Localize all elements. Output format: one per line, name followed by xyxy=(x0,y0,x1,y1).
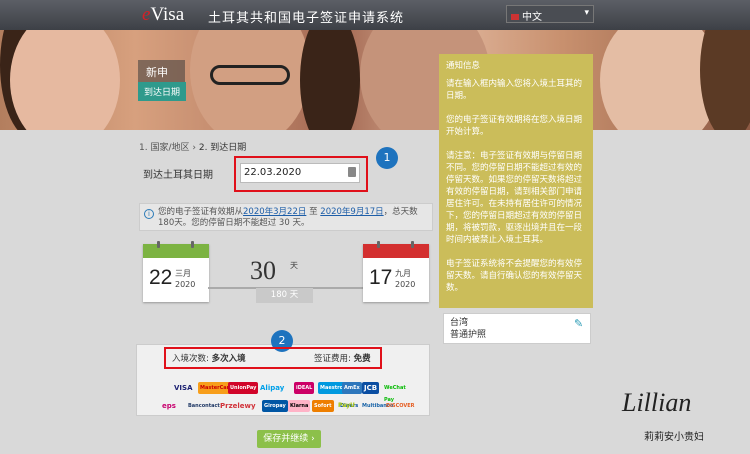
total-days-badge: 180 天 xyxy=(256,288,313,303)
info-icon: i xyxy=(144,209,154,219)
notice-paragraph: 电子签证系统将不会提醒您的有效停留天数。请自行确认您的有效停留天数。 xyxy=(446,259,583,293)
hero-banner: 新申请 到达日期 xyxy=(0,30,750,130)
evisa-logo[interactable]: eVisa xyxy=(142,4,184,26)
flag-icon xyxy=(511,14,519,20)
chevron-down-icon: ▾ xyxy=(584,8,589,18)
breadcrumb-step-arrival: 2. 到达日期 xyxy=(198,143,247,153)
discover-logo: DISCOVER xyxy=(386,403,415,409)
visa-logo: VISA xyxy=(174,384,193,392)
watermark-signature: Lillian xyxy=(622,388,692,417)
eps-logo: eps xyxy=(162,402,176,410)
entry-type: 入境次数: 多次入境 xyxy=(172,354,246,364)
watermark-subtitle: 莉莉安小贵妇 xyxy=(644,432,704,443)
start-date-calendar: 22 三月 2020 xyxy=(143,241,209,302)
chevron-right-icon: › xyxy=(311,434,315,444)
sofort-logo: Sofort xyxy=(312,400,334,412)
stay-days-unit: 天 xyxy=(290,261,298,270)
ideal-logo: iDEAL xyxy=(294,382,315,394)
breadcrumb-step-country[interactable]: 1. 国家/地区 xyxy=(139,143,189,153)
language-select[interactable]: 中文 ▾ xyxy=(506,5,594,23)
jcb-logo: JCB xyxy=(362,382,380,394)
arrival-date-label: 到达土耳其日期 xyxy=(143,170,213,181)
save-and-continue-button[interactable]: 保存并继续 › xyxy=(257,430,321,448)
valid-from-date: 2020年3月22日 xyxy=(243,207,307,217)
stay-days: 30 xyxy=(250,256,276,285)
current-step-label: 到达日期 xyxy=(138,82,187,101)
giropay-logo: Giropay xyxy=(262,400,288,412)
klarna-logo: Klarna xyxy=(288,400,311,412)
visa-fee: 签证费用: 免费 xyxy=(314,354,371,364)
passport-summary: 台湾 普通护照 ✎ xyxy=(443,313,591,344)
arrival-date-input[interactable]: 22.03.2020 xyxy=(240,163,360,183)
notice-heading: 通知信息 xyxy=(446,61,481,71)
wechat-pay-logo: WeChat Pay xyxy=(384,385,406,403)
passport-country: 台湾 xyxy=(450,318,469,328)
annotation-badge: 1 xyxy=(376,147,398,169)
notice-paragraph: 请在输入框内输入您将入境土耳其的日期。 xyxy=(446,79,583,101)
end-date-calendar: 17 九月 2020 xyxy=(363,241,429,302)
valid-to-date: 2020年9月17日 xyxy=(320,207,384,217)
breadcrumb: 1. 国家/地区 › 2. 到达日期 xyxy=(139,143,247,153)
passport-type: 普通护照 xyxy=(450,330,487,340)
unionpay-logo: UnionPay xyxy=(228,382,259,394)
alipay-logo: Alipay xyxy=(260,384,285,392)
top-bar: eVisa 土耳其共和国电子签证申请系统 中文 ▾ xyxy=(0,0,750,30)
system-title: 土耳其共和国电子签证申请系统 xyxy=(208,11,405,26)
amex-logo: AmEx xyxy=(342,382,362,394)
przelewy-logo: Przelewy xyxy=(220,402,256,410)
notice-paragraph: 您的电子签证有效期将在您入境日期开始计算。 xyxy=(446,115,583,137)
bancontact-logo: Bancontact xyxy=(188,403,220,409)
maestro-logo: Maestro xyxy=(318,382,346,394)
edit-pencil-icon[interactable]: ✎ xyxy=(574,318,586,330)
notice-panel: 通知信息 请在输入框内输入您将入境土耳其的日期。 您的电子签证有效期将在您入境日… xyxy=(439,54,593,308)
notice-paragraph: 请注意：电子签证有效期与停留日期不同。您的停留日期不能超过有效的停留天数。如果您… xyxy=(446,151,583,245)
validity-info: i 您的电子签证有效期从2020年3月22日 至 2020年9月17日，总天数 … xyxy=(139,203,433,231)
payu-logo: PayU xyxy=(338,402,355,409)
calendar-icon[interactable] xyxy=(348,167,356,177)
